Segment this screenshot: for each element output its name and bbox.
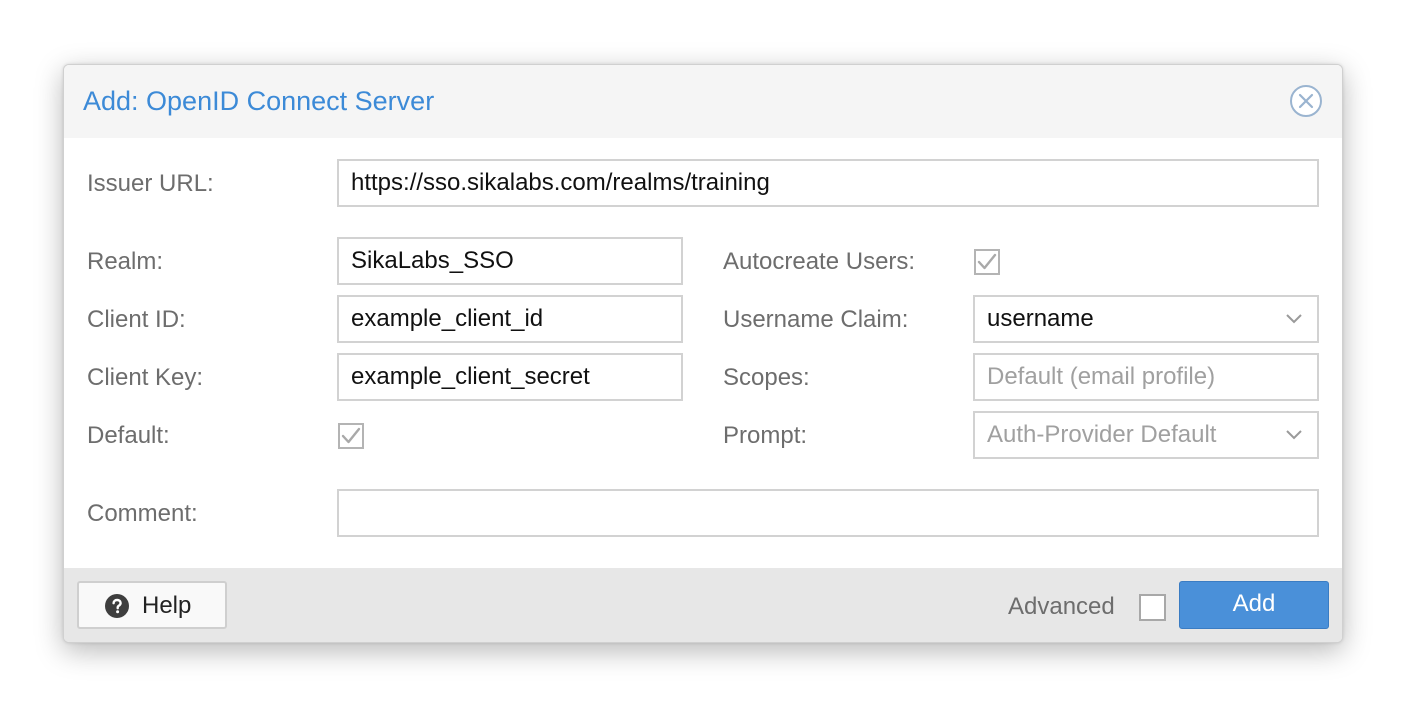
username-claim-select[interactable]: username [973, 295, 1319, 343]
chevron-down-icon [1286, 314, 1302, 324]
dialog-titlebar: Add: OpenID Connect Server [64, 65, 1342, 138]
client-key-label: Client Key: [87, 364, 204, 391]
default-label: Default: [87, 422, 170, 449]
username-claim-value: username [987, 305, 1094, 332]
help-button-label: Help [142, 592, 192, 619]
openid-connect-dialog: Add: OpenID Connect Server Issuer URL: h… [63, 64, 1343, 643]
issuer-url-label: Issuer URL: [87, 170, 214, 197]
default-checkbox[interactable] [338, 423, 364, 449]
add-button[interactable]: Add [1179, 581, 1329, 629]
prompt-select[interactable]: Auth-Provider Default [973, 411, 1319, 459]
dialog-title: Add: OpenID Connect Server [83, 86, 435, 116]
autocreate-users-label: Autocreate Users: [723, 248, 916, 275]
scopes-input[interactable]: Default (email profile) [973, 353, 1319, 401]
scopes-label: Scopes: [723, 364, 810, 391]
advanced-checkbox[interactable] [1139, 594, 1166, 621]
advanced-label: Advanced [1008, 593, 1115, 620]
realm-label: Realm: [87, 248, 164, 275]
comment-input[interactable] [337, 489, 1319, 537]
username-claim-label: Username Claim: [723, 306, 909, 333]
autocreate-users-checkbox[interactable] [974, 249, 1000, 275]
prompt-value: Auth-Provider Default [987, 421, 1217, 448]
realm-input[interactable]: SikaLabs_SSO [337, 237, 683, 285]
close-icon[interactable] [1289, 84, 1323, 118]
client-id-label: Client ID: [87, 306, 186, 333]
question-circle-icon [105, 594, 129, 618]
help-button[interactable]: Help [77, 581, 227, 629]
chevron-down-icon [1286, 430, 1302, 440]
issuer-url-input[interactable]: https://sso.sikalabs.com/realms/training [337, 159, 1319, 207]
client-key-input[interactable]: example_client_secret [337, 353, 683, 401]
prompt-label: Prompt: [723, 422, 808, 449]
client-id-input[interactable]: example_client_id [337, 295, 683, 343]
comment-label: Comment: [87, 500, 198, 527]
dialog-footer: Help Advanced Add [64, 568, 1342, 642]
